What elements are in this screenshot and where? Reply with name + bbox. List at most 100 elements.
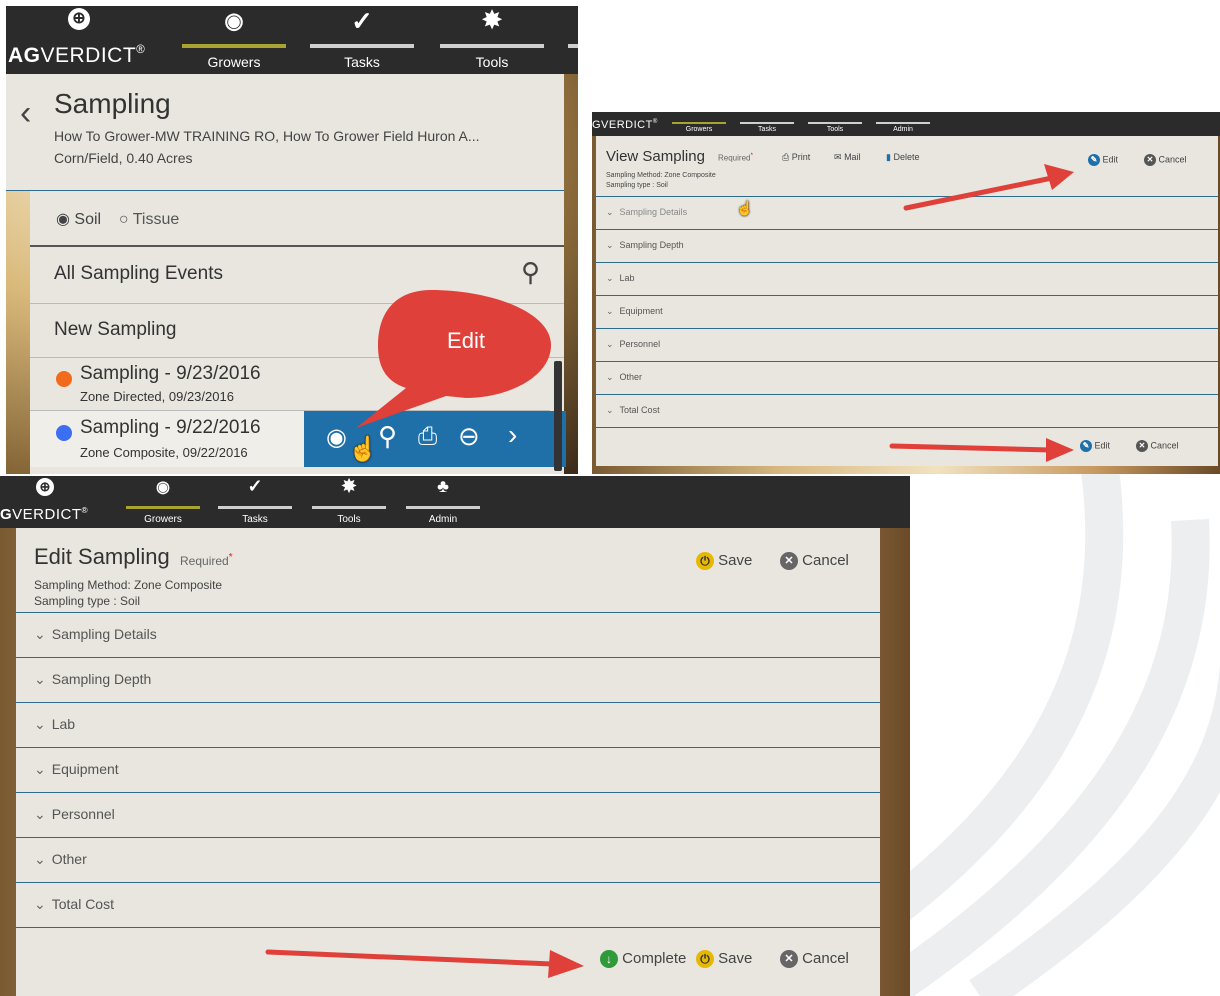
tab-tools[interactable]: ✸ Tools (312, 476, 386, 528)
chevron-down-icon: ⌄ (606, 339, 614, 349)
chevron-down-icon: ⌄ (606, 372, 614, 382)
pointer-cursor-icon: ☝ (736, 200, 754, 216)
down-arrow-circle-icon: ↓ (600, 950, 618, 969)
brand-logo: GVERDICT® (592, 119, 658, 131)
chevron-down-icon: ⌄ (34, 896, 46, 912)
search-icon[interactable]: ⚲ (521, 257, 540, 288)
section-sampling-details[interactable]: ⌄ Sampling Details (16, 613, 880, 658)
power-circle-icon: ⏻ (696, 552, 714, 571)
mail-icon: ✉ (834, 152, 842, 162)
radio-soil[interactable]: ◉ Soil (56, 211, 101, 228)
edit-sampling-panel: Edit Sampling Required* Sampling Method:… (16, 528, 880, 996)
annotation-arrow (903, 164, 1074, 211)
screenshot-view-sampling: GVERDICT® Growers Tasks Tools Admin View… (592, 112, 1220, 474)
edit-callout: Edit (356, 290, 551, 428)
top-nav: ⊕ GVERDICT® ◉ Growers ✓ Tasks ✸ Tools ♣ … (0, 476, 910, 528)
section-other[interactable]: ⌄ Other (16, 838, 880, 883)
tab-admin[interactable]: ♣ Admin (406, 476, 480, 528)
chevron-down-icon: ⌄ (34, 716, 46, 732)
annotation-arrow (265, 949, 584, 978)
chevron-down-icon: ⌄ (606, 240, 614, 250)
brand-logo: GVERDICT® (0, 506, 89, 523)
checkmark-icon: ✓ (351, 6, 373, 36)
chevron-down-icon: ⌄ (34, 806, 46, 822)
top-nav: ⊕ AGVERDICT® ◉ Growers ✓ Tasks ✸ Tools (6, 6, 578, 74)
tab-growers[interactable]: Growers (672, 112, 726, 136)
pencil-circle-icon: ✎ (1080, 440, 1092, 452)
tab-tools[interactable]: Tools (808, 112, 862, 136)
power-circle-icon: ⏻ (696, 950, 714, 969)
tab-tasks[interactable]: Tasks (740, 112, 794, 136)
tab-tasks[interactable]: ✓ Tasks (218, 476, 292, 528)
radio-tissue[interactable]: ○ Tissue (119, 211, 179, 228)
chevron-down-icon: ⌄ (34, 626, 46, 642)
x-circle-icon: ✕ (780, 950, 798, 969)
section-other[interactable]: ⌄ Other (596, 362, 1218, 395)
mail-button[interactable]: ✉ Mail (834, 152, 861, 163)
section-personnel[interactable]: ⌄ Personnel (596, 329, 1218, 362)
tab-admin[interactable]: Admin (876, 112, 930, 136)
top-nav: GVERDICT® Growers Tasks Tools Admin (592, 112, 1220, 136)
gear-icon: ✸ (481, 7, 503, 34)
save-button-top[interactable]: ⏻ Save (696, 552, 752, 571)
growers-icon: ◉ (156, 479, 170, 496)
page-subtitle: How To Grower-MW TRAINING RO, How To Gro… (54, 128, 480, 144)
section-total-cost[interactable]: ⌄ Total Cost (596, 395, 1218, 428)
screenshot-sampling-list: ⊕ AGVERDICT® ◉ Growers ✓ Tasks ✸ Tools ‹… (6, 6, 578, 474)
sample-type-radios: ◉ Soil ○ Tissue (56, 209, 179, 229)
annotation-arrow (889, 438, 1074, 462)
growers-icon: ◉ (224, 8, 244, 33)
all-sampling-events[interactable]: All Sampling Events (54, 263, 223, 285)
page-title: View Sampling (606, 148, 705, 165)
print-button[interactable]: ⎙ Print (782, 152, 810, 163)
pencil-circle-icon: ✎ (1088, 154, 1100, 166)
save-button-bottom[interactable]: ⏻ Save (696, 950, 752, 969)
tab-growers[interactable]: ◉ Growers (126, 476, 200, 528)
tab-growers[interactable]: ◉ Growers (182, 6, 286, 74)
tab-tools[interactable]: ✸ Tools (440, 6, 544, 74)
tab-tasks[interactable]: ✓ Tasks (310, 6, 414, 74)
cancel-button-top[interactable]: ✕ Cancel (1144, 154, 1187, 166)
gear-icon: ✸ (341, 476, 357, 496)
required-note: Required* (180, 552, 233, 568)
x-circle-icon: ✕ (1136, 440, 1148, 452)
delete-button[interactable]: ▮ Delete (886, 152, 919, 163)
new-sampling[interactable]: New Sampling (54, 319, 177, 341)
section-lab[interactable]: ⌄ Lab (16, 703, 880, 748)
tab-admin-partial[interactable] (568, 6, 578, 74)
edit-button-top[interactable]: ✎ Edit (1088, 154, 1118, 166)
cancel-button-bottom[interactable]: ✕ Cancel (1136, 440, 1179, 452)
brand-logo: AGVERDICT® (8, 44, 146, 67)
page-subtitle-2: Corn/Field, 0.40 Acres (54, 150, 193, 166)
chevron-down-icon: ⌄ (34, 761, 46, 777)
x-circle-icon: ✕ (1144, 154, 1156, 166)
section-equipment[interactable]: ⌄ Equipment (596, 296, 1218, 329)
sampling-type: Sampling type : Soil (606, 182, 668, 189)
x-circle-icon: ✕ (780, 552, 798, 571)
cancel-button-top[interactable]: ✕ Cancel (780, 552, 849, 571)
section-sampling-depth[interactable]: ⌄ Sampling Depth (16, 658, 880, 703)
pointer-cursor-icon: ☝ (348, 436, 378, 463)
section-equipment[interactable]: ⌄ Equipment (16, 748, 880, 793)
print-icon: ⎙ (782, 152, 790, 162)
section-lab[interactable]: ⌄ Lab (596, 263, 1218, 296)
screenshot-edit-sampling: ⊕ GVERDICT® ◉ Growers ✓ Tasks ✸ Tools ♣ … (0, 476, 910, 996)
sampling-type: Sampling type : Soil (34, 594, 141, 608)
status-dot (56, 371, 72, 387)
admin-user-gear-icon: ♣ (437, 476, 449, 496)
edit-button-bottom[interactable]: ✎ Edit (1080, 440, 1110, 452)
section-sampling-depth[interactable]: ⌄ Sampling Depth (596, 230, 1218, 263)
checkmark-icon: ✓ (247, 476, 263, 496)
cancel-button-bottom[interactable]: ✕ Cancel (780, 950, 849, 969)
sampling-method: Sampling Method: Zone Composite (34, 578, 223, 592)
complete-button[interactable]: ↓ Complete (600, 950, 686, 969)
trash-icon: ▮ (886, 152, 891, 162)
section-total-cost[interactable]: ⌄ Total Cost (16, 883, 880, 928)
section-personnel[interactable]: ⌄ Personnel (16, 793, 880, 838)
back-chevron-icon[interactable]: ‹ (20, 94, 31, 133)
chevron-down-icon: ⌄ (606, 273, 614, 283)
agverdict-logo-icon: ⊕ (68, 8, 90, 30)
chevron-down-icon: ⌄ (606, 405, 614, 415)
page-title: Sampling (54, 88, 171, 119)
callout-label: Edit (447, 328, 485, 353)
